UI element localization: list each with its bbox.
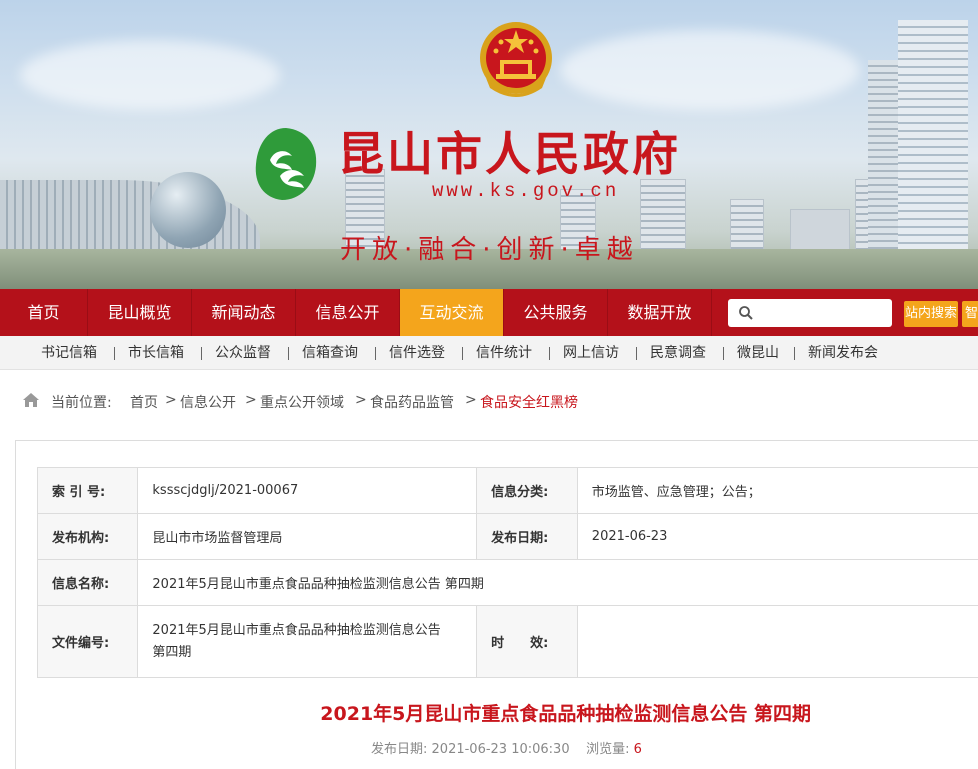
- table-row: 信息名称: 2021年5月昆山市重点食品品种抽检监测信息公告 第四期: [36, 559, 978, 606]
- publisher-label: 发布机构:: [36, 513, 139, 560]
- info-name-label: 信息名称:: [36, 559, 139, 606]
- table-row: 索 引 号: ksssсjdglj/2021-00067 信息分类: 市场监管、…: [36, 467, 978, 514]
- subnav-item-press-conference[interactable]: 新闻发布会: [808, 336, 878, 370]
- article-title: 2021年5月昆山市重点食品品种抽检监测信息公告 第四期: [320, 703, 811, 725]
- breadcrumb-item-food-drug[interactable]: 食品药品监管: [370, 392, 454, 412]
- site-title: 昆山市人民政府: [338, 127, 681, 181]
- subnav-separator: [549, 347, 550, 360]
- nav-item-home[interactable]: 首页: [0, 289, 88, 336]
- table-row: 发布机构: 昆山市市场监督管理局 发布日期: 2021-06-23: [36, 513, 978, 560]
- nav-item-info-public[interactable]: 信息公开: [296, 289, 400, 336]
- info-name-value: 2021年5月昆山市重点食品品种抽检监测信息公告 第四期: [137, 559, 978, 606]
- index-value: ksssсjdglj/2021-00067: [137, 467, 478, 514]
- article-container: 索 引 号: ksssсjdglj/2021-00067 信息分类: 市场监管、…: [15, 440, 978, 769]
- article-meta: 发布日期: 2021-06-23 10:06:30 浏览量: 6: [371, 738, 642, 757]
- subnav-separator: [114, 347, 115, 360]
- subnav-item-wei-kunshan[interactable]: 微昆山: [737, 336, 779, 370]
- dome-illustration: [150, 172, 226, 248]
- main-nav: 首页 昆山概览 新闻动态 信息公开 互动交流 公共服务 数据开放 站内搜索 智能: [0, 289, 978, 336]
- nav-item-news[interactable]: 新闻动态: [192, 289, 296, 336]
- cloud-decoration: [20, 40, 280, 110]
- national-emblem-icon: [480, 22, 552, 97]
- cloud-decoration: [560, 30, 860, 110]
- subnav-separator: [794, 347, 795, 360]
- breadcrumb-item-info-public[interactable]: 信息公开: [180, 392, 236, 412]
- validity-label: 时 效:: [476, 605, 578, 678]
- doc-number-line-1: 2021年5月昆山市重点食品品种抽检监测信息公告: [152, 622, 441, 638]
- subnav-item-mailbox-query[interactable]: 信箱查询: [302, 336, 358, 370]
- doc-number-value: 2021年5月昆山市重点食品品种抽检监测信息公告 第四期: [137, 605, 478, 678]
- tower-illustration: [898, 20, 968, 270]
- breadcrumb-label: 当前位置:: [51, 395, 112, 411]
- breadcrumb-separator: >: [355, 392, 367, 408]
- nav-item-public-service[interactable]: 公共服务: [504, 289, 608, 336]
- search-input[interactable]: [760, 303, 886, 323]
- subnav-separator: [462, 347, 463, 360]
- doc-number-line-2: 第四期: [152, 644, 192, 660]
- subnav-item-letter-stats[interactable]: 信件统计: [476, 336, 532, 370]
- doc-number-label: 文件编号:: [36, 605, 139, 678]
- nav-item-overview[interactable]: 昆山概览: [88, 289, 192, 336]
- home-icon: [23, 393, 39, 407]
- subnav-separator: [375, 347, 376, 360]
- subnav-item-letter-selection[interactable]: 信件选登: [389, 336, 445, 370]
- publish-date-label: 发布日期:: [476, 513, 578, 560]
- publisher-value: 昆山市市场监督管理局: [137, 513, 478, 560]
- index-label: 索 引 号:: [36, 467, 139, 514]
- site-slogan: 开放·融合·创新·卓越: [340, 235, 639, 265]
- breadcrumb-separator: >: [245, 392, 257, 408]
- site-url: www.ks.gov.cn: [432, 180, 620, 202]
- search-icon: [739, 306, 753, 320]
- views-count: 6: [633, 742, 642, 757]
- kunshan-logo-icon: [255, 128, 317, 200]
- breadcrumb-current[interactable]: 食品安全红黑榜: [480, 392, 578, 412]
- nav-item-open-data[interactable]: 数据开放: [608, 289, 712, 336]
- validity-value: [576, 605, 978, 678]
- subnav-separator: [636, 347, 637, 360]
- subnav-item-secretary-mailbox[interactable]: 书记信箱: [41, 336, 97, 370]
- subnav-separator: [201, 347, 202, 360]
- site-search-button[interactable]: 站内搜索: [904, 301, 958, 327]
- views-label: 浏览量:: [586, 742, 630, 757]
- tower-illustration: [868, 60, 898, 270]
- subnav-item-mayor-mailbox[interactable]: 市长信箱: [128, 336, 184, 370]
- info-meta-table: 索 引 号: ksssсjdglj/2021-00067 信息分类: 市场监管、…: [36, 467, 978, 678]
- search-box: [728, 299, 892, 327]
- category-value: 市场监管、应急管理；公告；: [576, 467, 978, 514]
- nav-item-interaction[interactable]: 互动交流: [400, 289, 504, 336]
- subnav-separator: [288, 347, 289, 360]
- smart-search-button[interactable]: 智能: [962, 301, 978, 327]
- breadcrumb-separator: >: [165, 392, 177, 408]
- subnav-separator: [723, 347, 724, 360]
- published-value: 2021-06-23 10:06:30: [431, 742, 570, 757]
- site-banner: 昆山市人民政府 www.ks.gov.cn 开放·融合·创新·卓越: [0, 0, 978, 289]
- subnav-item-online-petition[interactable]: 网上信访: [563, 336, 619, 370]
- table-row: 文件编号: 2021年5月昆山市重点食品品种抽检监测信息公告 第四期 时 效:: [36, 605, 978, 678]
- building-illustration: [640, 179, 686, 259]
- breadcrumb-item-home[interactable]: 首页: [130, 392, 158, 412]
- published-label: 发布日期:: [371, 742, 428, 757]
- publish-date-value: 2021-06-23: [576, 513, 978, 560]
- breadcrumb-separator: >: [465, 392, 477, 408]
- subnav-item-opinion-survey[interactable]: 民意调查: [650, 336, 706, 370]
- breadcrumb-item-key-areas[interactable]: 重点公开领域: [260, 392, 344, 412]
- sub-nav: 书记信箱 市长信箱 公众监督 信箱查询 信件选登 信件统计 网上信访 民意调查 …: [0, 336, 978, 370]
- category-label: 信息分类:: [476, 467, 578, 514]
- subnav-item-public-supervision[interactable]: 公众监督: [215, 336, 271, 370]
